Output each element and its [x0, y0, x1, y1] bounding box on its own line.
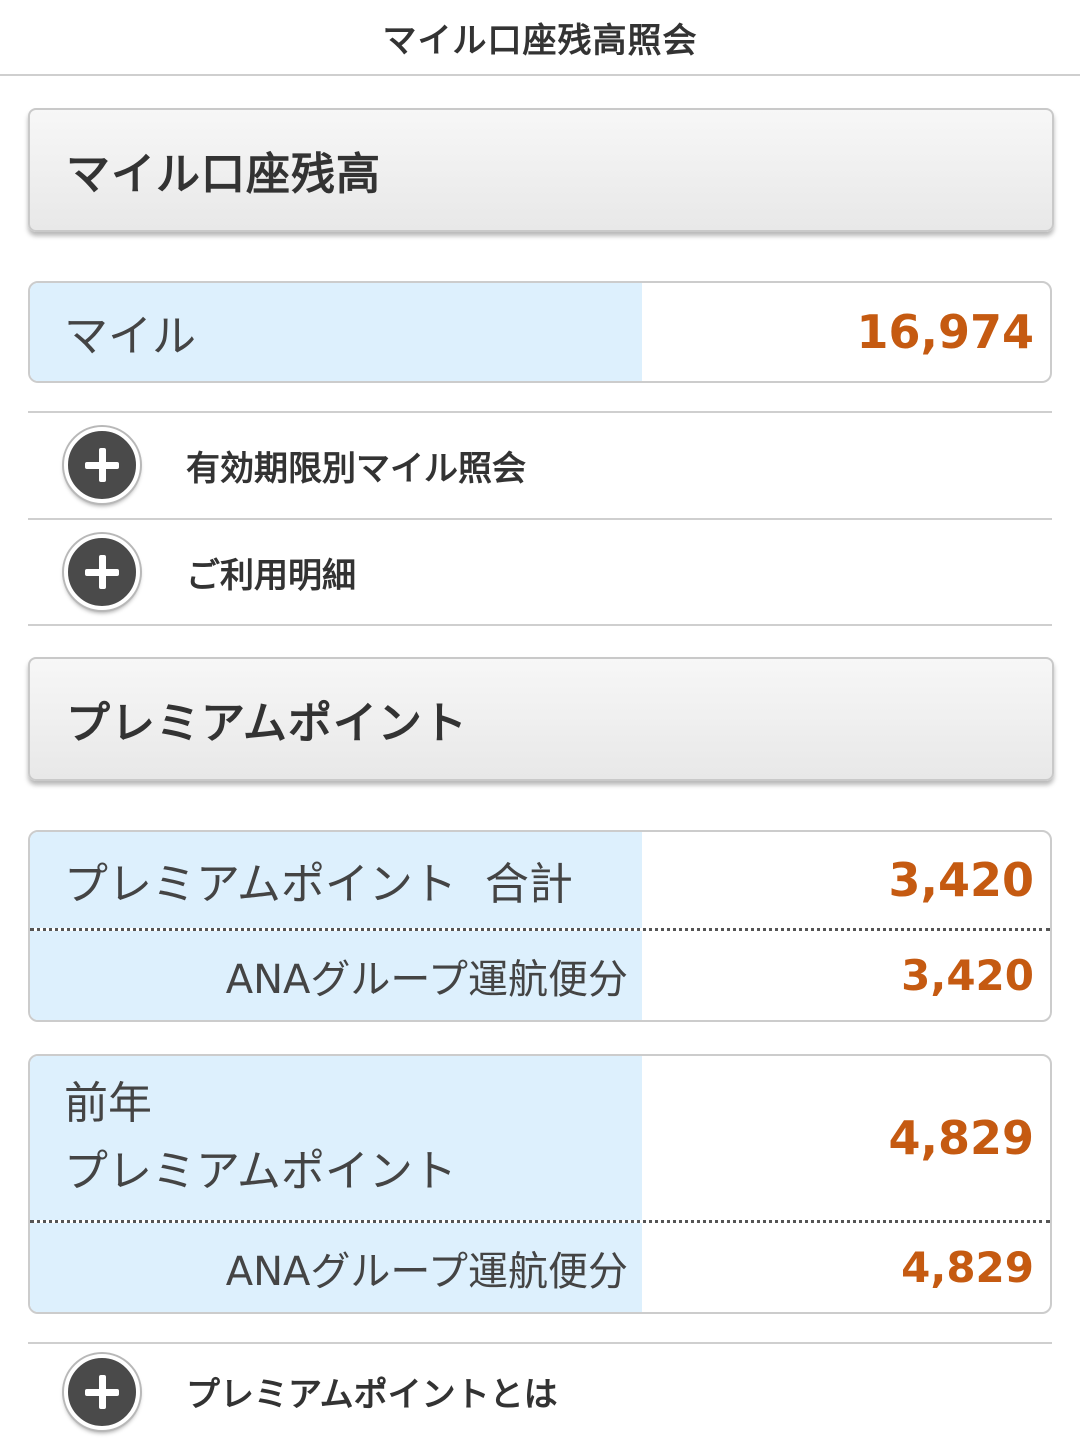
premium-points-section-title: プレミアムポイント: [66, 698, 468, 749]
premium-points-section-header: プレミアムポイント: [28, 657, 1054, 781]
usage-details-link-label: ご利用明細: [186, 555, 356, 596]
mile-balance-section-title: マイル口座残高: [66, 149, 381, 200]
about-premium-points-link-label: プレミアムポイントとは: [186, 1375, 558, 1415]
plus-circle-icon: [64, 534, 140, 610]
premium-points-total-value: 3,420: [888, 853, 1034, 907]
page-title: マイル口座残高照会: [382, 20, 698, 61]
previous-year-ana-row: ANAグループ運航便分 4,829: [30, 1220, 1050, 1312]
previous-year-ana-value: 4,829: [901, 1243, 1034, 1292]
mile-value: 16,974: [856, 305, 1034, 359]
previous-year-label: 前年 プレミアムポイント: [30, 1056, 642, 1220]
previous-year-label-line2: プレミアムポイント: [64, 1146, 457, 1197]
divider: [28, 624, 1052, 626]
previous-year-premium-points-box: 前年 プレミアムポイント 4,829 ANAグループ運航便分 4,829: [28, 1054, 1052, 1314]
plus-circle-icon: [64, 1353, 140, 1430]
top-bar: マイル口座残高照会: [0, 0, 1080, 76]
mile-expiration-link[interactable]: 有効期限別マイル照会: [28, 412, 1052, 518]
plus-circle-icon: [64, 427, 140, 503]
mile-balance-row: マイル 16,974: [30, 283, 1050, 381]
previous-year-total-row: 前年 プレミアムポイント 4,829: [30, 1056, 1050, 1220]
mile-expiration-link-label: 有効期限別マイル照会: [186, 448, 526, 489]
about-premium-points-link[interactable]: プレミアムポイントとは: [28, 1343, 1052, 1440]
premium-points-ana-label: ANAグループ運航便分: [30, 931, 642, 1020]
page: マイル口座残高照会 マイル口座残高 マイル 16,974 有効期限別マイル照会 …: [0, 0, 1080, 1440]
premium-points-ana-value: 3,420: [901, 951, 1034, 1000]
premium-points-ana-row: ANAグループ運航便分 3,420: [30, 928, 1050, 1020]
mile-balance-box: マイル 16,974: [28, 281, 1052, 383]
previous-year-ana-label: ANAグループ運航便分: [30, 1223, 642, 1312]
previous-year-label-line1: 前年: [64, 1078, 152, 1129]
premium-points-total-row: プレミアムポイント 合計 3,420: [30, 832, 1050, 928]
previous-year-value: 4,829: [888, 1111, 1034, 1165]
premium-points-total-label: プレミアムポイント 合計: [30, 832, 642, 928]
mile-balance-section-header: マイル口座残高: [28, 108, 1054, 232]
premium-points-total-box: プレミアムポイント 合計 3,420 ANAグループ運航便分 3,420: [28, 830, 1052, 1022]
usage-details-link[interactable]: ご利用明細: [28, 519, 1052, 625]
mile-label: マイル: [30, 283, 642, 381]
